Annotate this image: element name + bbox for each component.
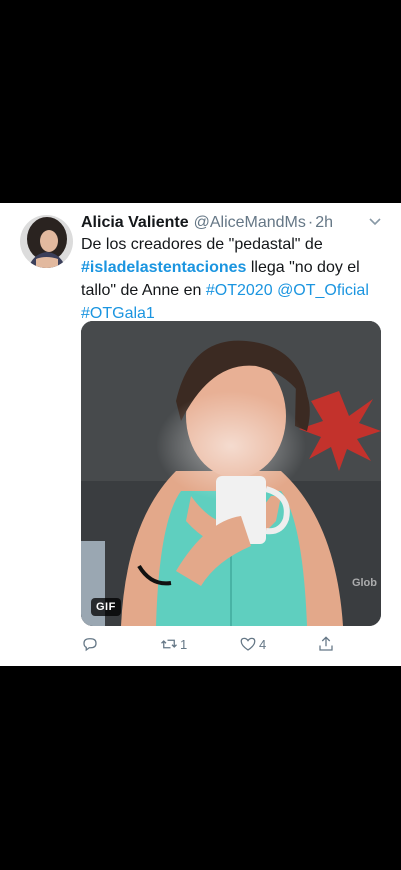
chevron-down-icon[interactable] — [367, 214, 383, 230]
hashtag-link[interactable]: #OTGala1 — [81, 305, 155, 322]
share-button[interactable] — [317, 633, 335, 655]
separator-dot: · — [307, 214, 314, 231]
tweet-actions: 1 4 — [81, 633, 381, 655]
avatar-image — [20, 215, 73, 268]
gif-media[interactable]: Glob GIF — [81, 321, 381, 626]
tweet-header: Alicia Valiente @AliceMandMs · 2h — [81, 212, 383, 234]
display-name[interactable]: Alicia Valiente — [81, 214, 189, 232]
avatar[interactable] — [20, 215, 73, 268]
like-count: 4 — [259, 636, 267, 652]
retweet-icon — [161, 639, 177, 649]
text-segment: De los creadores de "pedastal" de — [81, 236, 323, 253]
mention-link[interactable]: @OT_Oficial — [277, 282, 369, 299]
retweet-button[interactable]: 1 — [160, 633, 187, 655]
tweet-text: De los creadores de "pedastal" de #islad… — [81, 233, 386, 325]
retweet-count: 1 — [180, 636, 188, 652]
gif-badge: GIF — [91, 598, 121, 616]
share-icon — [319, 636, 333, 651]
tweet-card[interactable]: Alicia Valiente @AliceMandMs · 2h De los… — [0, 203, 401, 666]
heart-icon — [240, 637, 256, 651]
like-button[interactable]: 4 — [239, 633, 266, 655]
hashtag-link[interactable]: #OT2020 — [206, 282, 273, 299]
user-handle[interactable]: @AliceMandMs — [194, 214, 306, 232]
reply-icon — [83, 638, 97, 652]
reply-button[interactable] — [81, 633, 99, 655]
watermark-text: Glob — [351, 577, 377, 589]
hashtag-link[interactable]: #isladelastentaciones — [81, 259, 246, 276]
gif-frame-illustration — [81, 321, 381, 626]
timestamp[interactable]: 2h — [315, 214, 333, 232]
